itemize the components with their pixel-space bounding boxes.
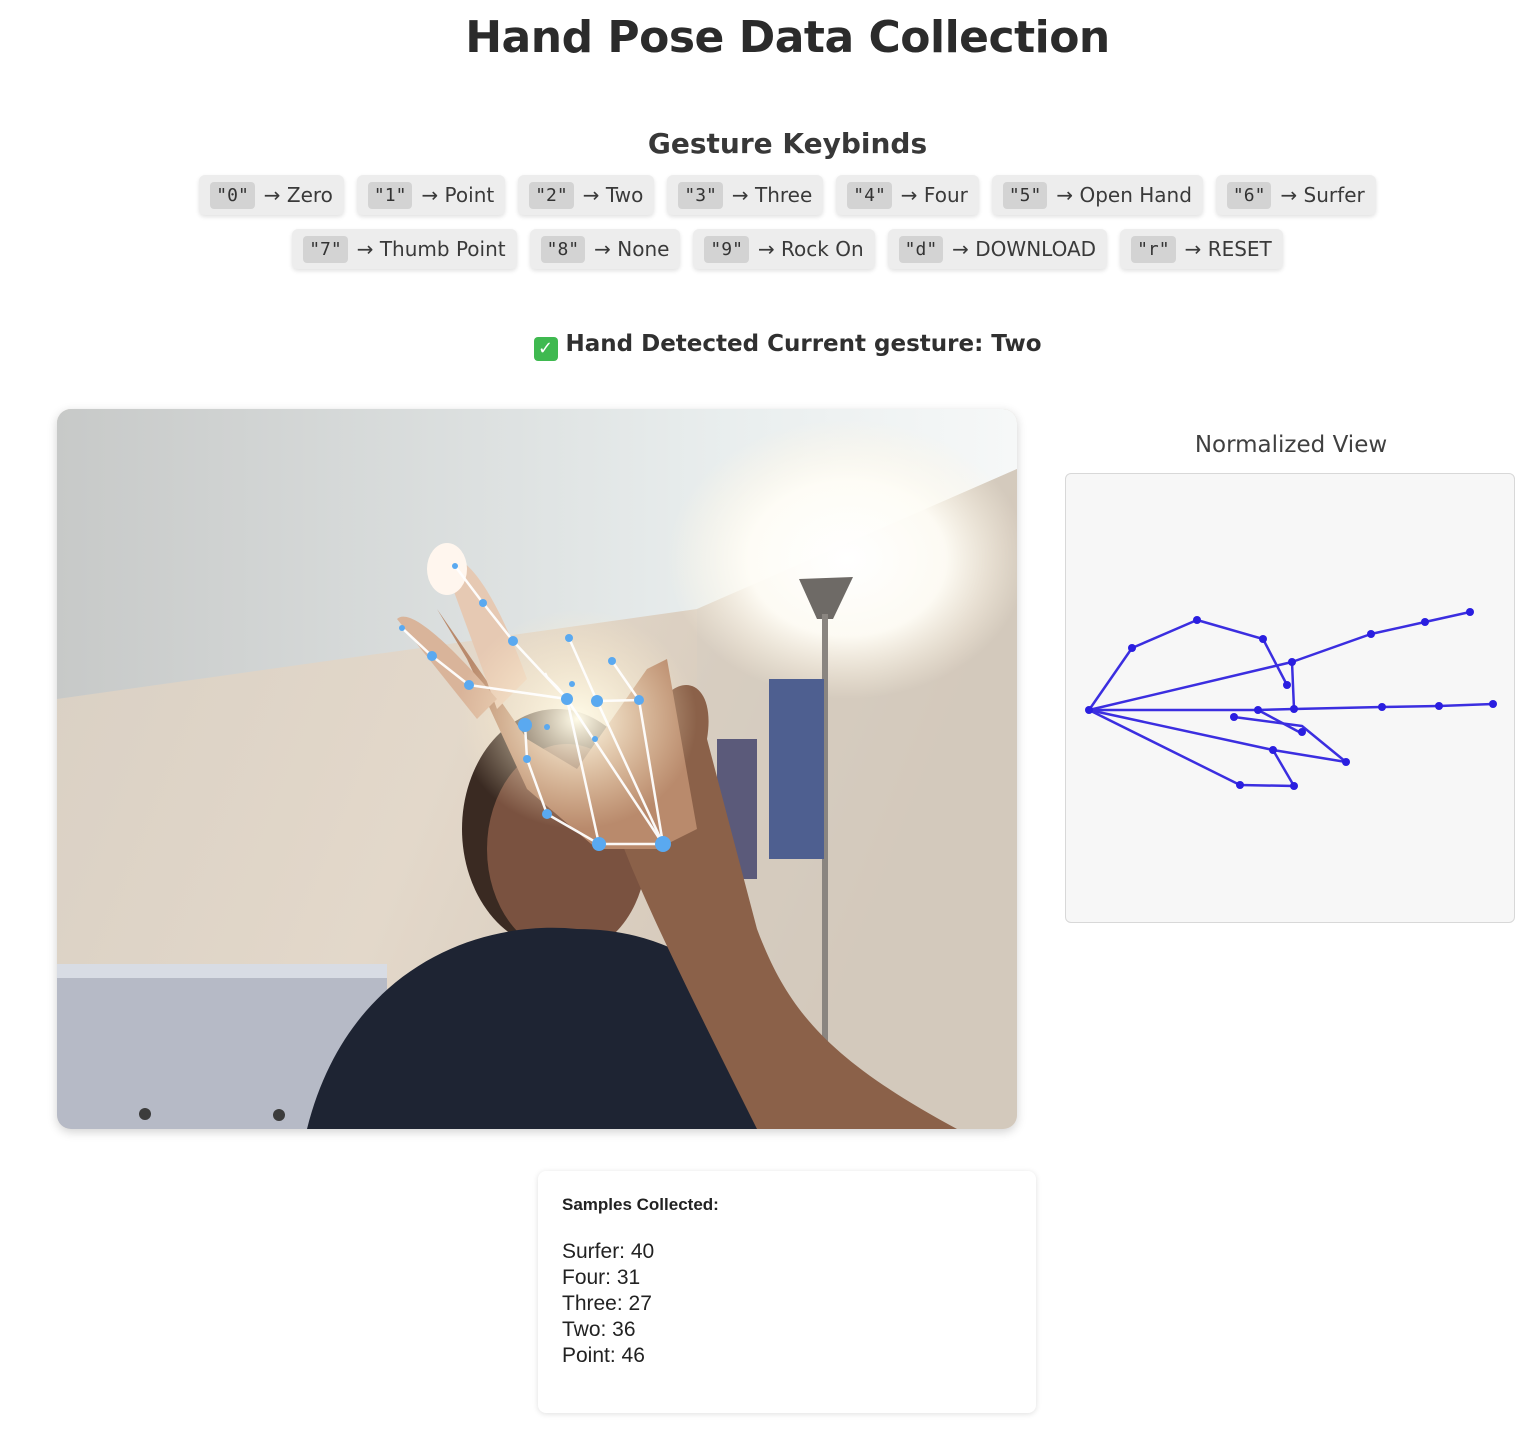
- keybind-key: "5": [1002, 181, 1048, 209]
- keybind-key: "0": [210, 181, 255, 209]
- page-title: Hand Pose Data Collection: [465, 12, 1110, 63]
- check-mark-icon: ✓: [533, 337, 558, 361]
- keybind-label: → None: [594, 237, 670, 261]
- keybind-label: → Four: [900, 183, 968, 207]
- keybind-key: "4": [847, 181, 892, 209]
- keybind-four: "4" → Four: [836, 175, 979, 215]
- normalized-view-canvas: [1065, 473, 1515, 923]
- keybind-key: "9": [704, 235, 749, 263]
- keybind-label: → Three: [731, 183, 813, 207]
- sample-count-two: Two: 36: [562, 1318, 636, 1341]
- keybind-label: → Rock On: [757, 237, 864, 261]
- keybind-key: "6": [1226, 181, 1272, 209]
- webcam-feed: [57, 409, 1017, 1129]
- normalized-hand-skeleton: [1085, 608, 1497, 790]
- keybind-key: "1": [367, 181, 413, 209]
- keybinds-row-2: "7" → Thumb Point "8" → None "9" → Rock On …: [0, 229, 1533, 269]
- keybind-surfer: "6" → Surfer: [1215, 175, 1376, 215]
- keybind-label: → Thumb Point: [356, 237, 506, 261]
- keybind-two: "2" → Two: [518, 175, 655, 215]
- keybind-zero: "0" → Zero: [199, 175, 344, 215]
- webcam-frame: [57, 409, 1017, 1129]
- keybind-label: → Surfer: [1280, 183, 1365, 207]
- normalized-view-title: Normalized View: [1194, 432, 1388, 458]
- keybind-reset: "r" → RESET: [1120, 229, 1283, 269]
- keybind-key: "8": [540, 235, 586, 263]
- sample-count-point: Point: 46: [562, 1344, 645, 1367]
- keybind-rock-on: "9" → Rock On: [693, 229, 875, 269]
- keybind-label: → RESET: [1184, 237, 1272, 261]
- keybind-label: → Open Hand: [1056, 183, 1192, 207]
- keybind-key: "7": [303, 235, 348, 263]
- keybind-label: → Zero: [263, 183, 333, 207]
- keybind-label: → Point: [421, 183, 495, 207]
- sample-count-surfer: Surfer: 40: [562, 1240, 655, 1263]
- keybind-download: "d" → DOWNLOAD: [887, 229, 1108, 269]
- detection-status: ✓ Hand Detected Current gesture: Two: [0, 331, 1533, 361]
- keybind-key: "d": [898, 235, 944, 263]
- keybind-open-hand: "5" → Open Hand: [991, 175, 1203, 215]
- status-text: Hand Detected Current gesture: Two: [565, 331, 1042, 357]
- sample-count-four: Four: 31: [562, 1266, 641, 1289]
- keybinds-heading: Gesture Keybinds: [647, 127, 928, 160]
- keybind-three: "3" → Three: [667, 175, 824, 215]
- keybind-label: → DOWNLOAD: [952, 237, 1097, 261]
- samples-title: Samples Collected:: [562, 1195, 719, 1214]
- keybind-point: "1" → Point: [356, 175, 506, 215]
- keybinds-row-1: "0" → Zero "1" → Point "2" → Two "3" → Three…: [0, 175, 1533, 215]
- keybind-label: → Two: [582, 183, 644, 207]
- sample-count-three: Three: 27: [562, 1292, 652, 1315]
- keybind-key: "2": [529, 181, 574, 209]
- keybind-thumb-point: "7" → Thumb Point: [292, 229, 517, 269]
- keybind-key: "3": [678, 181, 723, 209]
- keybind-none: "8" → None: [529, 229, 681, 269]
- samples-collected-panel: Samples Collected: Surfer: 40 Four: 31 T…: [538, 1171, 1036, 1413]
- keybind-key: "r": [1131, 235, 1176, 263]
